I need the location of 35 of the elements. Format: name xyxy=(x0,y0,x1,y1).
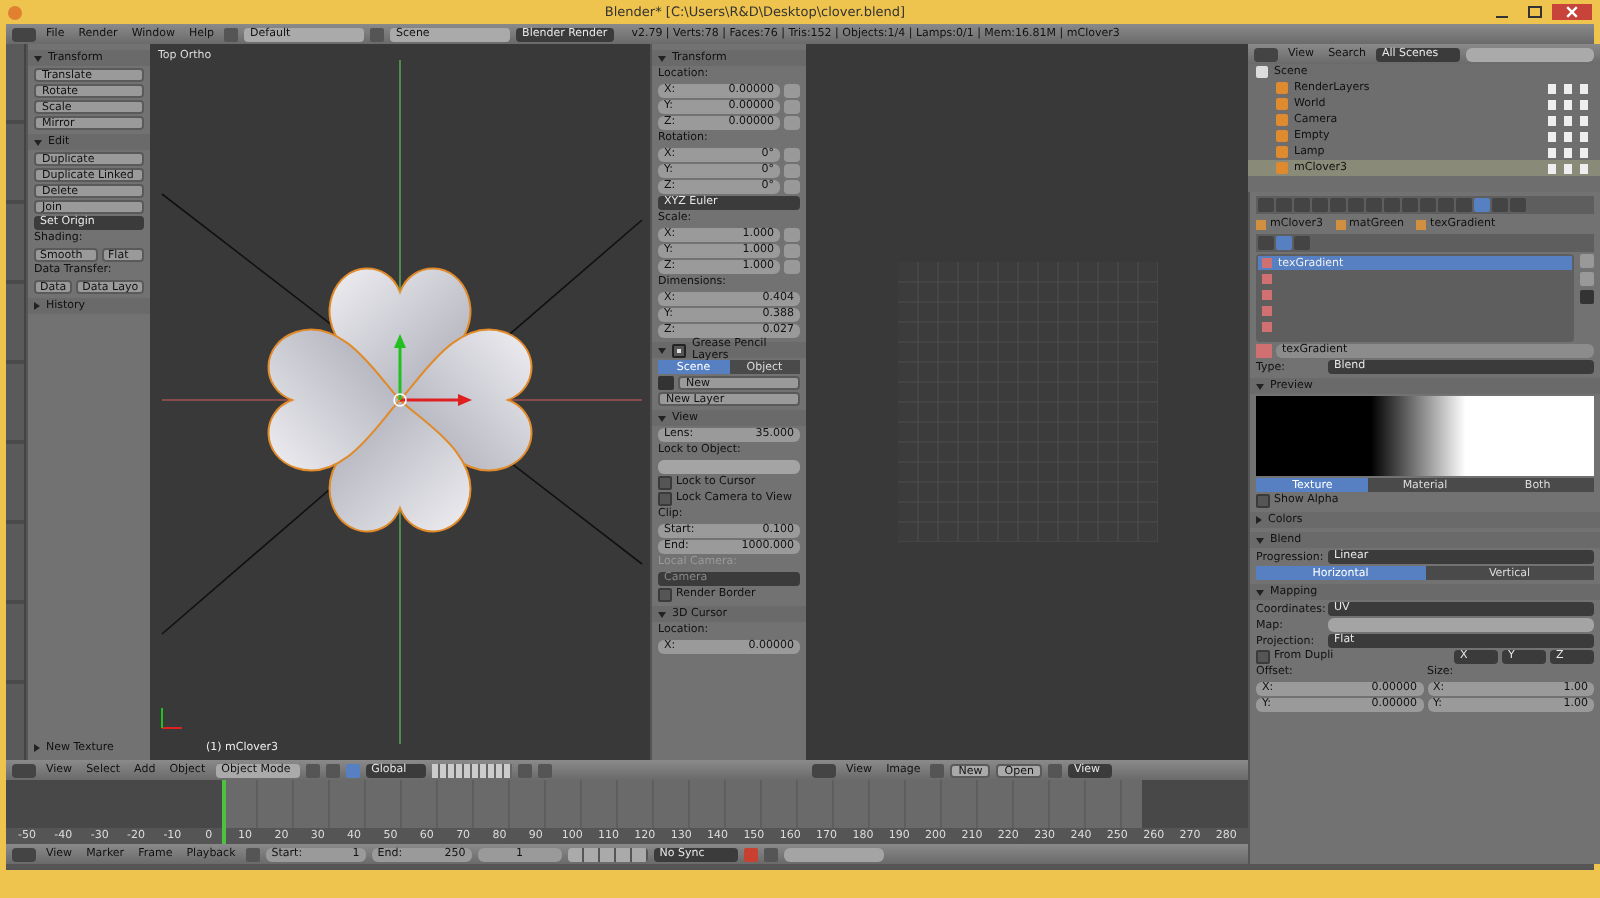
disclosure-triangle-icon[interactable] xyxy=(658,55,666,61)
checkbox[interactable] xyxy=(1256,650,1270,664)
close-icon[interactable] xyxy=(1552,4,1592,20)
disclosure-triangle-icon[interactable] xyxy=(658,611,666,617)
axis-icon xyxy=(161,707,183,729)
object-field[interactable] xyxy=(1328,618,1594,632)
object-field[interactable] xyxy=(658,460,800,474)
visibility-icons[interactable] xyxy=(1548,131,1592,141)
visibility-icons[interactable] xyxy=(1548,115,1592,125)
checkbox[interactable] xyxy=(658,588,672,602)
disclosure-triangle-icon[interactable] xyxy=(34,744,40,752)
visibility-icons[interactable] xyxy=(1548,163,1592,173)
checkbox[interactable] xyxy=(658,476,672,490)
disclosure-triangle-icon[interactable] xyxy=(1256,537,1264,543)
disclosure-triangle-icon[interactable] xyxy=(34,302,40,310)
checkbox[interactable] xyxy=(658,492,672,506)
transform-gizmo-drawing xyxy=(393,334,472,407)
visibility-icons[interactable] xyxy=(1548,83,1592,93)
disclosure-triangle-icon[interactable] xyxy=(34,55,42,61)
keying-set-field[interactable] xyxy=(783,847,884,861)
checkbox[interactable] xyxy=(1256,494,1270,508)
search-field[interactable] xyxy=(1465,47,1594,61)
disclosure-triangle-icon[interactable] xyxy=(1256,589,1264,595)
layer-buttons[interactable] xyxy=(431,763,512,777)
visibility-icons[interactable] xyxy=(1548,147,1592,157)
disclosure-triangle-icon[interactable] xyxy=(1256,516,1262,524)
visibility-icons[interactable] xyxy=(1548,99,1592,109)
disclosure-triangle-icon[interactable] xyxy=(34,139,42,145)
checkbox[interactable] xyxy=(672,343,686,357)
playback-controls[interactable] xyxy=(567,847,648,861)
disclosure-triangle-icon[interactable] xyxy=(658,415,666,421)
disclosure-triangle-icon[interactable] xyxy=(1256,383,1264,389)
texture-icon[interactable] xyxy=(1256,344,1272,358)
disclosure-triangle-icon[interactable] xyxy=(658,347,666,353)
blender-icon xyxy=(8,5,22,19)
